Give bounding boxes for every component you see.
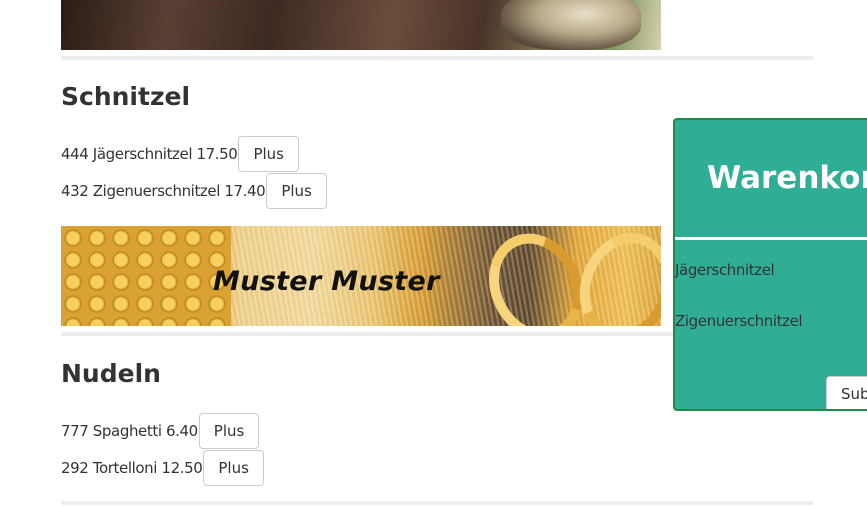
cart-item: Jägerschnitzel (675, 261, 775, 279)
menu-item: 432 Zigenuerschnitzel 17.40 Plus (61, 173, 327, 209)
menu-item-label: 432 Zigenuerschnitzel 17.40 (61, 182, 266, 200)
cart-item: Zigenuerschnitzel (675, 312, 803, 330)
pappardelle-image-detail (471, 226, 601, 326)
cart-divider (675, 237, 867, 240)
section-divider (61, 501, 813, 505)
section-title-schnitzel: Schnitzel (61, 82, 191, 111)
menu-item: 777 Spaghetti 6.40 Plus (61, 413, 260, 449)
submit-button[interactable]: Submit (826, 376, 867, 409)
plus-button[interactable]: Plus (203, 450, 264, 486)
plus-button[interactable]: Plus (266, 173, 327, 209)
cart-title: Warenkorb (707, 160, 867, 196)
menu-item: 444 Jägerschnitzel 17.50 Plus (61, 136, 299, 172)
pasta-banner-image: Muster Muster (61, 226, 661, 326)
macaroni-image-detail (61, 226, 231, 326)
section-divider (61, 56, 813, 60)
banner-caption: Muster Muster (213, 266, 440, 297)
menu-item-label: 292 Tortelloni 12.50 (61, 459, 203, 477)
plate-image-detail (501, 0, 641, 50)
food-banner-image (61, 0, 661, 50)
plus-button[interactable]: Plus (238, 136, 299, 172)
menu-item-label: 777 Spaghetti 6.40 (61, 422, 198, 440)
plus-button[interactable]: Plus (198, 413, 260, 449)
shopping-cart-panel: Warenkorb Jägerschnitzel Zigenuerschnitz… (673, 118, 867, 411)
section-title-nudeln: Nudeln (61, 359, 161, 388)
menu-item: 292 Tortelloni 12.50 Plus (61, 450, 264, 486)
menu-item-label: 444 Jägerschnitzel 17.50 (61, 145, 238, 163)
